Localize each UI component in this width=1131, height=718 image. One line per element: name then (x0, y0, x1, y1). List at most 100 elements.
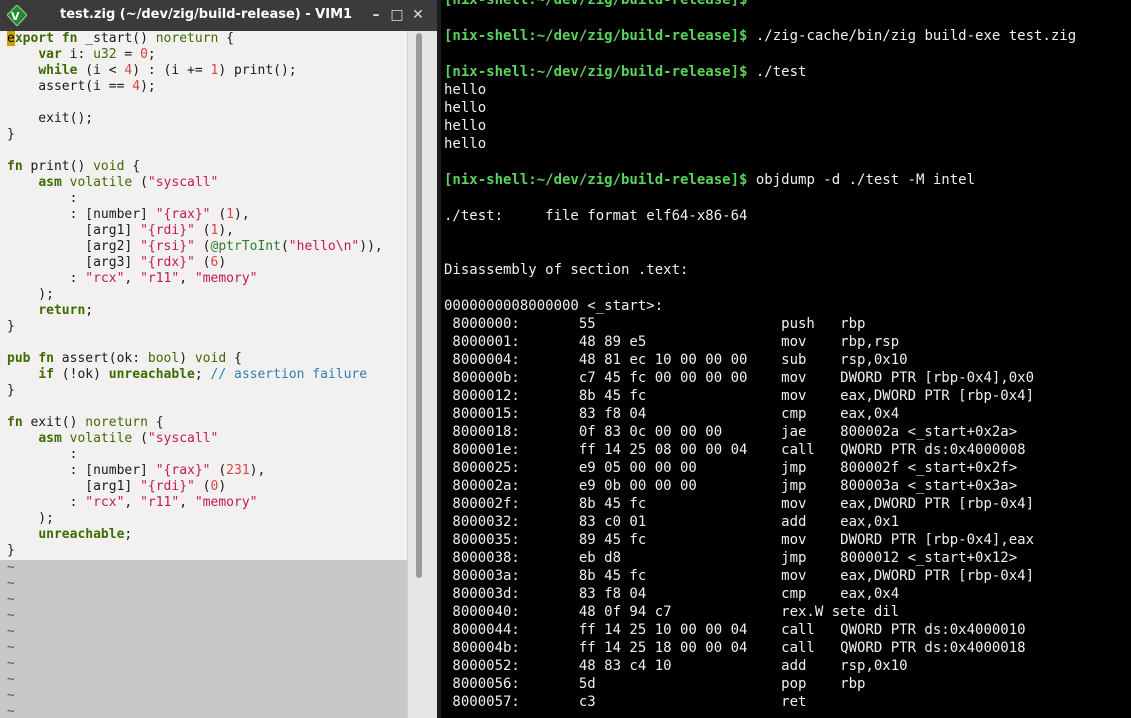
code-token: 0 (140, 47, 148, 62)
terminal-command-line: [nix-shell:~/dev/zig/build-release]$ obj… (444, 171, 1076, 189)
terminal-output-line: Disassembly of section .text: (444, 262, 689, 278)
code-token: exit() (22, 415, 86, 430)
terminal-output-line: 8000001: 48 89 e5 mov rbp,rsp (444, 334, 900, 350)
editor-scrollbar[interactable] (407, 31, 437, 718)
code-token: ; (124, 527, 133, 542)
code-token: ), (234, 207, 250, 222)
code-token: _start() (77, 31, 156, 46)
terminal-output: [nix-shell:~/dev/zig/build-release]$ [nix… (444, 0, 1076, 711)
code-token: [arg1] (7, 479, 141, 494)
code-line: pub fn assert(ok: bool) void { (7, 351, 383, 367)
maximize-button[interactable]: □ (388, 6, 406, 24)
code-token: } (7, 543, 15, 558)
code-token: 1 (226, 207, 234, 222)
code-line: while (i < 4) : (i += 1) print(); (7, 63, 383, 79)
code-token: } (7, 383, 15, 398)
code-token: noreturn (85, 415, 148, 430)
terminal-output-line: 8000015: 83 f8 04 cmp eax,0x4 (444, 406, 900, 422)
code-token: ; (194, 367, 211, 382)
code-token: ); (7, 287, 54, 302)
window-title: test.zig (~/dev/zig/build-release) - VIM… (60, 7, 353, 22)
code-token: [arg3] (7, 255, 141, 270)
code-token: assert(i == (7, 79, 133, 94)
close-button[interactable]: ✕ (409, 6, 427, 24)
code-token: 231 (226, 463, 250, 478)
shell-command: objdump -d ./test -M intel (747, 172, 976, 188)
code-line: return; (7, 303, 383, 319)
terminal-command-line: [nix-shell:~/dev/zig/build-release]$ ./z… (444, 27, 1076, 45)
terminal-command-line: [nix-shell:~/dev/zig/build-release]$ ./t… (444, 63, 1076, 81)
code-token: "r11" (140, 495, 180, 510)
terminal-output-line: 8000032: 83 c0 01 add eax,0x1 (444, 514, 900, 530)
code-token: // assertion failure (210, 367, 368, 382)
code-token: "hello\n" (288, 239, 360, 254)
code-token: : (7, 271, 86, 286)
code-line: : "rcx", "r11", "memory" (7, 495, 383, 511)
code-token: assert(ok: (53, 351, 148, 366)
terminal-command-line: [nix-shell:~/dev/zig/build-release]$ (444, 0, 1076, 9)
code-token: ); (7, 511, 54, 526)
terminal-output-line: 800001e: ff 14 25 08 00 00 04 call QWORD… (444, 442, 1026, 458)
code-token: noreturn (155, 31, 219, 46)
scrollbar-thumb[interactable] (416, 33, 422, 578)
code-editor[interactable]: export fn _start() noreturn { var i: u32… (0, 31, 407, 718)
code-line: [arg2] "{rsi}" (@ptrToInt("hello\n")), (7, 239, 382, 255)
shell-prompt: [nix-shell:~/dev/zig/build-release]$ (444, 28, 748, 44)
code-line: export fn _start() noreturn { (7, 31, 383, 47)
vim-window: V test.zig (~/dev/zig/build-release) - V… (0, 0, 437, 718)
empty-line-tilde: ~ (7, 672, 15, 687)
code-token: unreachable (108, 367, 195, 382)
code-token: ) : (i += (132, 63, 211, 78)
code-token: "syscall" (147, 431, 219, 446)
code-token: xport (14, 31, 54, 46)
code-token: fn (7, 159, 23, 174)
code-token: (i < (77, 63, 125, 78)
code-token: return (38, 303, 86, 318)
code-token: pub (7, 351, 31, 366)
code-token: volatile (69, 431, 133, 446)
code-token: ( (132, 175, 148, 190)
code-token: [arg1] (7, 223, 141, 238)
svg-text:V: V (11, 10, 20, 23)
code-token: ) (218, 255, 227, 270)
empty-line-tilde: ~ (7, 592, 15, 607)
code-line: fn exit() noreturn { (7, 415, 383, 431)
code-token: ( (194, 255, 211, 270)
code-token: ( (194, 223, 211, 238)
terminal-output-line: hello (444, 136, 487, 152)
code-line: [arg1] "{rdi}" (1), (7, 223, 383, 239)
code-line: } (7, 319, 383, 335)
code-token: void (194, 351, 227, 366)
code-token: unreachable (38, 527, 125, 542)
code-lines: export fn _start() noreturn { var i: u32… (7, 31, 383, 559)
code-line: unreachable; (7, 527, 383, 543)
terminal-window[interactable]: [nix-shell:~/dev/zig/build-release]$ [nix… (437, 0, 1131, 718)
terminal-output-line: 8000000: 55 push rbp (444, 316, 866, 332)
code-token: while (38, 63, 78, 78)
minimize-button[interactable]: – (367, 6, 385, 24)
code-token: "{rax}" (155, 207, 211, 222)
code-token: ); (140, 79, 156, 94)
terminal-output-line: 8000035: 89 45 fc mov DWORD PTR [rbp-0x4… (444, 532, 1035, 548)
code-token: "r11" (140, 271, 180, 286)
code-token: ( (210, 463, 227, 478)
terminal-output-line: 8000018: 0f 83 0c 00 00 00 jae 800002a <… (444, 424, 1018, 440)
vim-titlebar[interactable]: V test.zig (~/dev/zig/build-release) - V… (0, 0, 437, 31)
empty-line-tilde: ~ (7, 688, 15, 703)
code-token: bool (147, 351, 180, 366)
empty-line-tilde: ~ (7, 576, 15, 591)
code-line: exit(); (7, 111, 383, 127)
shell-command: ./zig-cache/bin/zig build-exe test.zig (747, 28, 1077, 44)
code-token: { (218, 31, 235, 46)
code-token: , (179, 495, 195, 510)
code-token: ; (85, 303, 94, 318)
